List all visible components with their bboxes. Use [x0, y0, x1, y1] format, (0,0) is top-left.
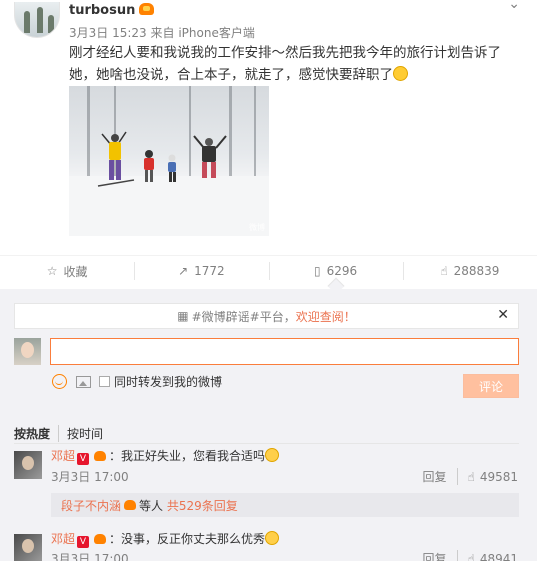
- repost-checkbox[interactable]: [99, 376, 110, 387]
- comment-text: ：我正好失业，您看我合适吗: [109, 449, 266, 463]
- comment-text: ：没事，反正你丈夫那么优秀: [109, 532, 266, 546]
- smile-emoji-icon: [265, 448, 280, 462]
- reply-button[interactable]: 回复: [422, 468, 458, 485]
- star-icon: ☆: [46, 264, 58, 278]
- post-meta: 3月3日 15:23 来自 iPhone客户端: [69, 24, 255, 41]
- sort-by-time[interactable]: 按时间: [67, 425, 103, 442]
- post-text: 刚才经纪人要和我说我的工作安排～然后我先把我今年的旅行计划告诉了她，她啥也没说，…: [69, 42, 519, 86]
- thumbs-up-icon: ☝: [440, 264, 448, 278]
- comment-time: 3月3日 17:00: [51, 552, 129, 561]
- notice-welcome: 欢迎查阅！: [295, 309, 356, 324]
- verified-icon: V: [77, 536, 90, 548]
- vip-icon: [124, 500, 137, 510]
- comment-input[interactable]: [50, 338, 519, 365]
- sub-replies-summary[interactable]: 段子不内涵 等人 共529条回复: [51, 493, 519, 517]
- vip-icon: [94, 451, 107, 461]
- repost-button[interactable]: ↗ 1772: [134, 256, 268, 286]
- comment-button[interactable]: ▯ 6296: [268, 256, 403, 295]
- submit-comment-button[interactable]: 评论: [463, 374, 519, 398]
- sweat-emoji-icon: [393, 66, 408, 81]
- rumor-notice: ▦ #微博辟谣#平台， 欢迎查阅！ ✕: [14, 303, 519, 329]
- current-user-avatar: [14, 338, 41, 365]
- post-time[interactable]: 3月3日 15:23: [69, 26, 147, 40]
- comment-text-line: 邓超 V ：我正好失业，您看我合适吗: [51, 447, 280, 465]
- like-count: 288839: [453, 264, 500, 278]
- comment-tools: 同时转发到我的微博: [52, 373, 222, 390]
- comment-section: ▦ #微博辟谣#平台， 欢迎查阅！ ✕ 同时转发到我的微博 评论 按热度 按时间 …: [0, 289, 537, 561]
- sort-divider: [14, 443, 519, 444]
- emoji-icon[interactable]: [52, 374, 67, 389]
- sort-bar: 按热度 按时间: [14, 425, 103, 442]
- comment-like-count: 49581: [479, 469, 518, 484]
- repost-icon: ↗: [178, 264, 189, 278]
- author-name[interactable]: turbosun: [69, 3, 155, 18]
- post-image[interactable]: 微博: [69, 86, 269, 236]
- comment-count: 6296: [326, 264, 358, 278]
- comment-actions: 回复 ☝ 48941: [422, 550, 518, 561]
- comment-icon: ▯: [314, 264, 321, 278]
- sort-by-hot[interactable]: 按热度: [14, 425, 60, 442]
- comment-time: 3月3日 17:00: [51, 470, 129, 484]
- sub-replies-mid: 等人: [139, 498, 164, 513]
- comment-actions: 回复 ☝ 49581: [422, 468, 518, 485]
- sub-replies-count[interactable]: 共529条回复: [167, 497, 238, 514]
- notice-hashtag-link[interactable]: #微博辟谣#平台，: [192, 308, 296, 325]
- commenter-name[interactable]: 邓超: [51, 449, 75, 463]
- comment-text-line: 邓超 V ：没事，反正你丈夫那么优秀: [51, 530, 280, 548]
- comment-like-count: 48941: [479, 551, 518, 561]
- sub-replier-name[interactable]: 段子不内涵: [61, 497, 121, 514]
- reply-button[interactable]: 回复: [422, 550, 458, 561]
- skiers-figure: [97, 131, 227, 187]
- vip-icon: [94, 534, 107, 544]
- image-icon[interactable]: [76, 375, 91, 388]
- thumbs-up-icon[interactable]: ☝: [468, 552, 475, 561]
- commenter-avatar[interactable]: [14, 534, 42, 561]
- repost-checkbox-label[interactable]: 同时转发到我的微博: [114, 373, 222, 390]
- commenter-avatar[interactable]: [14, 451, 42, 479]
- hashtag-icon: ▦: [177, 309, 189, 323]
- post-action-bar: ☆ 收藏 ↗ 1772 ▯ 6296 ☝ 288839: [0, 256, 537, 295]
- verified-icon: V: [77, 453, 90, 465]
- commenter-name[interactable]: 邓超: [51, 532, 75, 546]
- author-avatar[interactable]: [14, 2, 60, 38]
- image-watermark: 微博: [249, 223, 265, 232]
- thumbs-up-icon[interactable]: ☝: [468, 470, 475, 484]
- close-icon[interactable]: ✕: [497, 307, 509, 323]
- repost-count: 1772: [194, 264, 225, 278]
- author-name-text[interactable]: turbosun: [69, 3, 135, 18]
- favorite-label: 收藏: [63, 264, 88, 279]
- post-source: 来自 iPhone客户端: [150, 26, 255, 40]
- like-button[interactable]: ☝ 288839: [402, 256, 537, 286]
- vip-icon: [139, 3, 155, 15]
- chevron-down-icon[interactable]: ⌄: [508, 0, 520, 12]
- favorite-button[interactable]: ☆ 收藏: [0, 256, 134, 286]
- post-text-body: 刚才经纪人要和我说我的工作安排～然后我先把我今年的旅行计划告诉了她，她啥也没说，…: [69, 45, 501, 83]
- smile-emoji-icon: [265, 531, 280, 545]
